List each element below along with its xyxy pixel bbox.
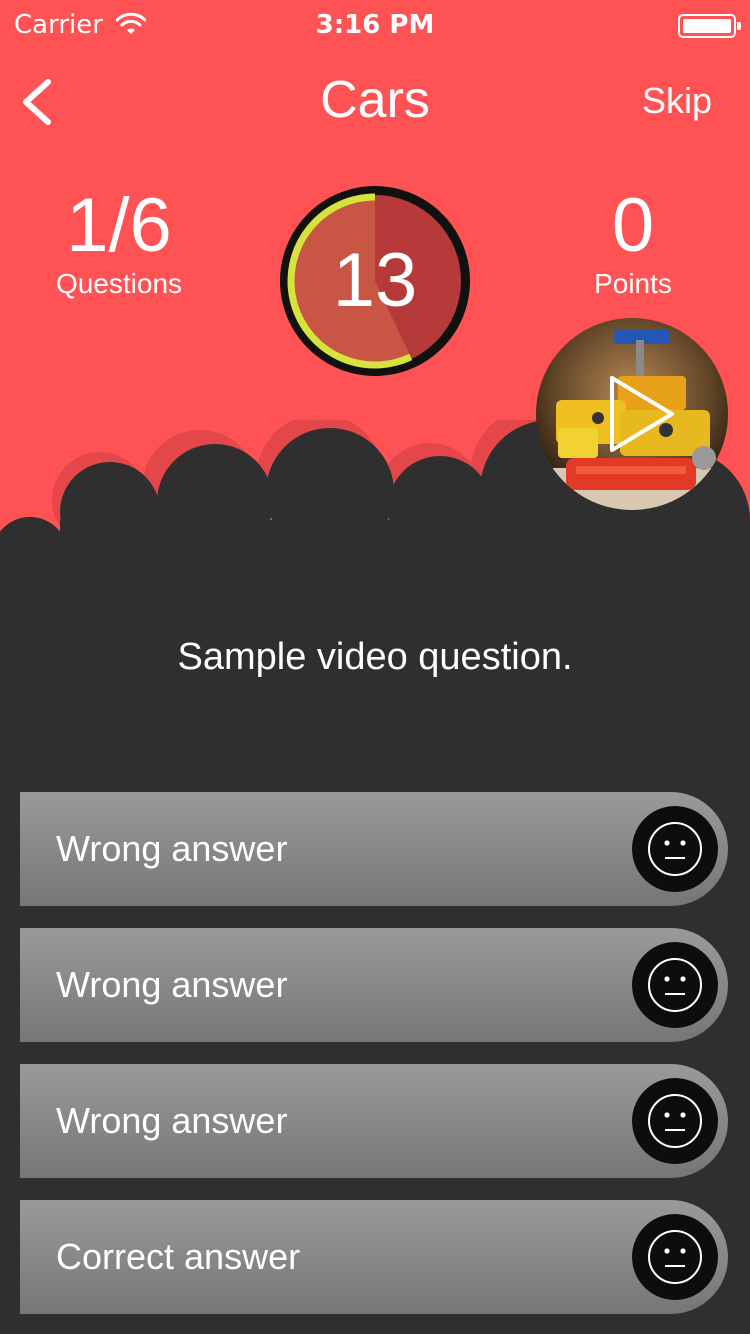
status-bar: Carrier 3:16 PM (0, 0, 750, 50)
points-label: Points (594, 268, 672, 299)
countdown-timer: 13 (278, 184, 472, 378)
questions-label: Questions (55, 268, 183, 299)
answer-option-2[interactable]: Wrong answer (20, 928, 728, 1042)
video-play-button[interactable] (536, 318, 728, 510)
neutral-face-icon (632, 806, 718, 892)
question-text: Sample video question. (177, 636, 573, 678)
questions-counter: 1/6 Questions (44, 188, 194, 300)
answer-label: Wrong answer (56, 828, 288, 869)
neutral-face-icon (632, 1078, 718, 1164)
points-counter: 0 Points (558, 188, 708, 300)
neutral-face-icon (632, 942, 718, 1028)
answer-label: Wrong answer (56, 964, 288, 1005)
page-title: Cars (320, 71, 430, 129)
questions-value: 1/6 (66, 183, 172, 268)
answer-label: Correct answer (56, 1236, 301, 1277)
status-time: 3:16 PM (315, 10, 435, 40)
answer-label: Wrong answer (56, 1100, 288, 1141)
points-value: 0 (611, 183, 655, 268)
skip-button[interactable]: Skip (642, 80, 712, 122)
answer-option-3[interactable]: Wrong answer (20, 1064, 728, 1178)
video-thumbnail-image (536, 318, 728, 510)
timer-value: 13 (332, 238, 418, 323)
neutral-face-icon (632, 1214, 718, 1300)
answer-option-1[interactable]: Wrong answer (20, 792, 728, 906)
answer-option-4[interactable]: Correct answer (20, 1200, 728, 1314)
battery-icon (678, 14, 741, 38)
